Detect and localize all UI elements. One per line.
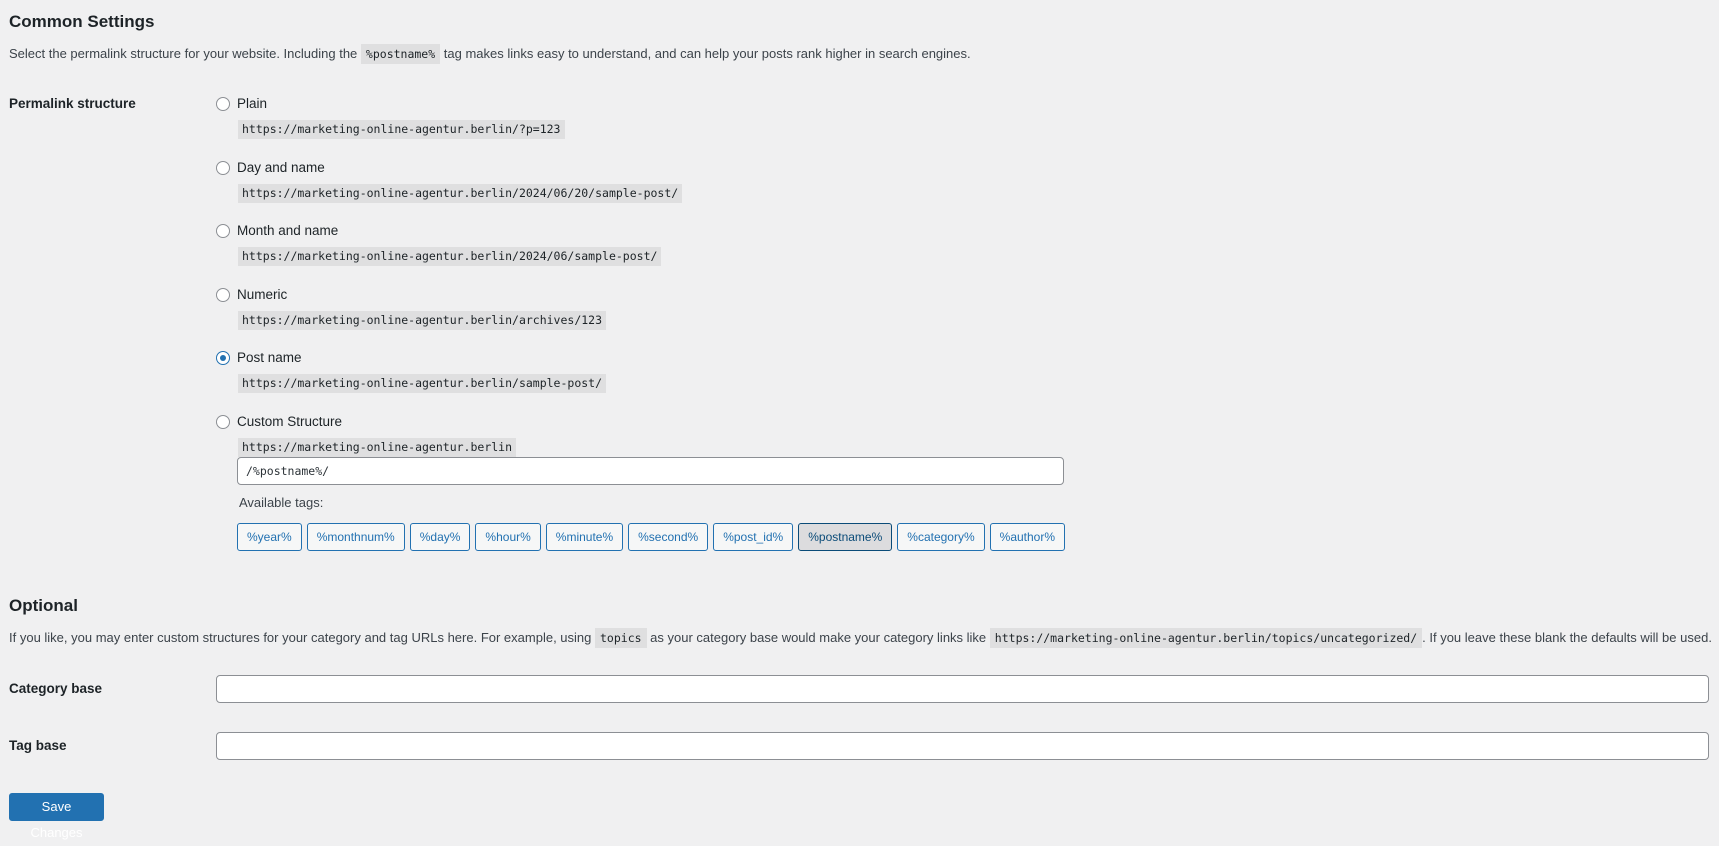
- description-text-end: tag makes links easy to understand, and …: [443, 46, 971, 61]
- option-label-custom-structure[interactable]: Custom Structure: [237, 414, 342, 429]
- tag-button-post-id[interactable]: %post_id%: [713, 523, 794, 551]
- option-example-numeric: https://marketing-online-agentur.berlin/…: [238, 311, 607, 330]
- radio-plain[interactable]: [216, 97, 230, 111]
- tag-button-category[interactable]: %category%: [897, 523, 985, 551]
- option-label-numeric[interactable]: Numeric: [237, 287, 287, 302]
- common-settings-description: Select the permalink structure for your …: [9, 44, 971, 64]
- option-example-post-name: https://marketing-online-agentur.berlin/…: [238, 374, 607, 393]
- tag-base-label: Tag base: [9, 738, 67, 753]
- optional-description: If you like, you may enter custom struct…: [9, 628, 1712, 648]
- tag-button-day[interactable]: %day%: [409, 523, 471, 551]
- tag-button-hour[interactable]: %hour%: [475, 523, 541, 551]
- category-url-code: https://marketing-online-agentur.berlin/…: [989, 628, 1423, 648]
- option-example-day-and-name: https://marketing-online-agentur.berlin/…: [238, 184, 683, 203]
- description-text: Select the permalink structure for your …: [9, 46, 358, 61]
- tag-button-author[interactable]: %author%: [989, 523, 1066, 551]
- topics-code: topics: [595, 628, 647, 648]
- radio-day-and-name[interactable]: [216, 161, 230, 175]
- optional-desc-text-2: as your category base would make your ca…: [650, 630, 987, 645]
- category-base-label: Category base: [9, 681, 103, 696]
- category-base-input[interactable]: [216, 675, 1709, 703]
- option-label-post-name[interactable]: Post name: [237, 350, 302, 365]
- option-example-custom-structure: https://marketing-online-agentur.berlin: [238, 438, 517, 457]
- radio-post-name[interactable]: [216, 351, 230, 365]
- option-label-plain[interactable]: Plain: [237, 96, 267, 111]
- optional-heading: Optional: [9, 596, 78, 615]
- tag-button-second[interactable]: %second%: [628, 523, 709, 551]
- radio-month-and-name[interactable]: [216, 224, 230, 238]
- tag-base-input[interactable]: [216, 732, 1709, 760]
- tag-button-monthnum[interactable]: %monthnum%: [306, 523, 405, 551]
- option-example-plain: https://marketing-online-agentur.berlin/…: [238, 120, 565, 139]
- save-changes-button[interactable]: Save Changes: [9, 793, 104, 840]
- permalink-structure-label: Permalink structure: [9, 96, 136, 111]
- optional-desc-text-1: If you like, you may enter custom struct…: [9, 630, 592, 645]
- tag-button-year[interactable]: %year%: [237, 523, 302, 551]
- postname-code: %postname%: [360, 44, 441, 64]
- option-example-month-and-name: https://marketing-online-agentur.berlin/…: [238, 247, 662, 266]
- available-tags-list: %year% %monthnum% %day% %hour% %minute% %seco…: [237, 523, 1066, 551]
- radio-custom-structure[interactable]: [216, 415, 230, 429]
- available-tags-label: Available tags:: [239, 495, 324, 510]
- custom-structure-input[interactable]: [237, 457, 1064, 485]
- optional-desc-text-3: . If you leave these blank the defaults …: [1422, 630, 1712, 645]
- common-settings-heading: Common Settings: [9, 12, 155, 31]
- tag-button-minute[interactable]: %minute%: [545, 523, 624, 551]
- tag-button-postname[interactable]: %postname%: [798, 523, 893, 551]
- option-label-month-and-name[interactable]: Month and name: [237, 223, 338, 238]
- radio-numeric[interactable]: [216, 288, 230, 302]
- option-label-day-and-name[interactable]: Day and name: [237, 160, 325, 175]
